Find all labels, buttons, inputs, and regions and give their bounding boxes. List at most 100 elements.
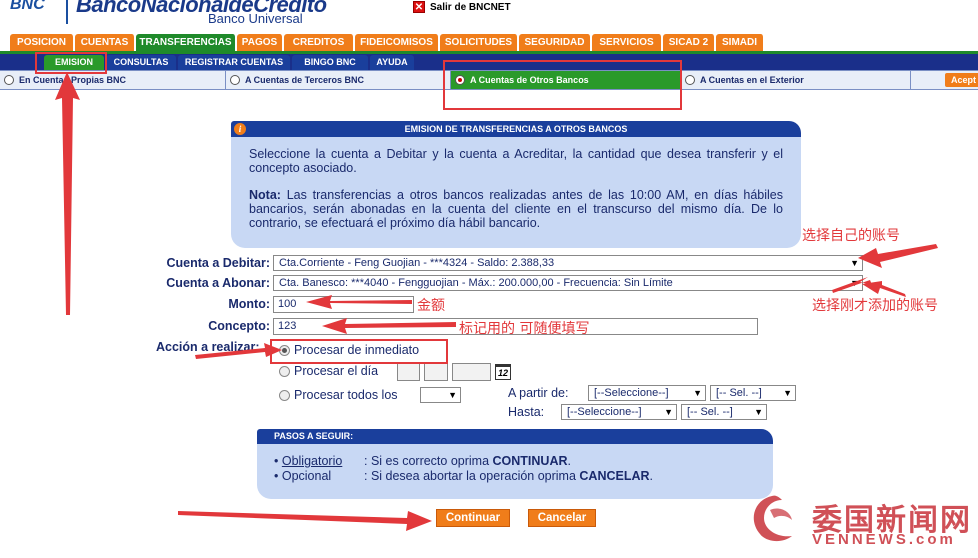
accept-button[interactable]: Acept <box>945 73 978 87</box>
submenu-registrar-cuentas[interactable]: REGISTRAR CUENTAS <box>178 55 290 70</box>
menu-seguridad[interactable]: SEGURIDAD <box>519 34 591 51</box>
annotation-own-account: 选择自己的账号 <box>802 228 900 244</box>
annotation-amount: 金额 <box>417 298 445 314</box>
option-abroad[interactable]: A Cuentas en el Exterior <box>681 71 911 89</box>
menu-cuentas[interactable]: CUENTAS <box>75 34 135 51</box>
action-every-label: Procesar todos los <box>294 388 398 402</box>
from-year-select[interactable]: [-- Sel. --] ▼ <box>710 385 796 401</box>
menu-creditos[interactable]: CREDITOS <box>284 34 354 51</box>
dropdown-arrow-icon: ▼ <box>693 388 702 398</box>
frequency-select[interactable]: ▼ <box>420 387 461 403</box>
radio-icon[interactable] <box>279 389 290 401</box>
debit-label: Cuenta a Debitar: <box>166 256 271 270</box>
bank-subtitle: Banco Universal <box>208 11 303 26</box>
submenu-ayuda[interactable]: AYUDA <box>370 55 414 70</box>
info-icon: i <box>234 123 246 135</box>
watermark-logo <box>753 495 792 542</box>
year-input[interactable] <box>452 363 491 381</box>
note-label: Nota: <box>249 188 281 202</box>
note-text: Las transferencias a otros bancos realiz… <box>249 188 783 230</box>
close-icon[interactable]: ✕ <box>413 1 425 13</box>
day-input[interactable] <box>397 363 420 381</box>
steps-header: PASOS A SEGUIR: <box>257 429 773 444</box>
step-text: : Si desea abortar la operación oprima <box>364 469 580 483</box>
action-day-option[interactable]: Procesar el día <box>279 364 378 378</box>
from-month-value: [--Seleccione--] <box>594 387 669 399</box>
radio-icon[interactable] <box>685 75 695 85</box>
menu-posicion[interactable]: POSICION <box>10 34 74 51</box>
cancel-button[interactable]: Cancelar <box>528 509 596 527</box>
watermark-url: VENNEWS.com <box>812 531 956 548</box>
amount-input[interactable]: 100 <box>273 296 414 313</box>
main-menu: POSICION CUENTAS TRANSFERENCIAS PAGOS CR… <box>0 34 978 51</box>
action-label: Acción a realizar: <box>156 340 260 354</box>
info-body: Seleccione la cuenta a Debitar y la cuen… <box>231 137 801 248</box>
month-input[interactable] <box>424 363 448 381</box>
option-label: A Cuentas de Terceros BNC <box>245 75 365 85</box>
steps-body: • Obligatorio : Si es correcto oprima CO… <box>257 444 773 499</box>
menu-pagos[interactable]: PAGOS <box>237 34 283 51</box>
radio-icon[interactable] <box>279 365 290 377</box>
until-year-value: [-- Sel. --] <box>687 406 733 418</box>
annotation-concept: 标记用的 可随便填写 <box>459 321 590 337</box>
concept-label: Concepto: <box>208 319 270 333</box>
arrow-debit <box>858 244 938 268</box>
until-label: Hasta: <box>508 405 545 419</box>
submenu-bingo-bnc[interactable]: BINGO BNC <box>292 55 368 70</box>
menu-servicios[interactable]: SERVICIOS <box>592 34 662 51</box>
until-month-select[interactable]: [--Seleccione--] ▼ <box>561 404 677 420</box>
debit-account-select[interactable]: Cta.Corriente - Feng Guojian - ***4324 -… <box>273 255 863 271</box>
logout-label[interactable]: Salir de BNCNET <box>430 2 511 13</box>
action-day-label: Procesar el día <box>294 364 379 378</box>
step-row: • Obligatorio : Si es correcto oprima CO… <box>274 454 571 468</box>
highlight-process-now <box>270 339 448 364</box>
step-action: CONTINUAR <box>492 454 568 468</box>
step-key[interactable]: Obligatorio <box>282 454 342 468</box>
step-key: Opcional <box>281 469 332 483</box>
header: BNC BancoNacionaldeCredito Banco Univers… <box>0 0 978 34</box>
info-note: Nota: Las transferencias a otros bancos … <box>249 188 783 230</box>
submenu-consultas[interactable]: CONSULTAS <box>106 55 176 70</box>
amount-label: Monto: <box>228 297 270 311</box>
from-year-value: [-- Sel. --] <box>716 387 762 399</box>
radio-icon[interactable] <box>4 75 14 85</box>
highlight-emision <box>35 52 107 74</box>
step-row: • Opcional : Si desea abortar la operaci… <box>274 469 654 483</box>
menu-transferencias[interactable]: TRANSFERENCIAS <box>136 34 236 51</box>
radio-icon[interactable] <box>230 75 240 85</box>
dropdown-arrow-icon: ▼ <box>850 278 859 288</box>
arrow-up <box>55 72 80 315</box>
credit-label: Cuenta a Abonar: <box>166 276 270 290</box>
step-action: CANCELAR <box>579 469 650 483</box>
info-text: Seleccione la cuenta a Debitar y la cuen… <box>249 147 783 175</box>
highlight-other-banks <box>443 60 682 110</box>
logout-link[interactable]: ✕ Salir de BNCNET <box>413 0 511 14</box>
credit-account-select[interactable]: Cta. Banesco: ***4040 - Fengguojian - Má… <box>273 275 863 291</box>
from-label: A partir de: <box>508 386 569 400</box>
dropdown-arrow-icon: ▼ <box>448 390 457 400</box>
from-month-select[interactable]: [--Seleccione--] ▼ <box>588 385 706 401</box>
menu-solicitudes[interactable]: SOLICITUDES <box>440 34 518 51</box>
dropdown-arrow-icon: ▼ <box>783 388 792 398</box>
info-title: EMISION DE TRANSFERENCIAS A OTROS BANCOS <box>404 124 628 134</box>
credit-account-value: Cta. Banesco: ***4040 - Fengguojian - Má… <box>279 277 673 289</box>
dropdown-arrow-icon: ▼ <box>754 407 763 417</box>
debit-account-value: Cta.Corriente - Feng Guojian - ***4324 -… <box>279 257 555 269</box>
option-third-party[interactable]: A Cuentas de Terceros BNC <box>226 71 451 89</box>
info-header: i EMISION DE TRANSFERENCIAS A OTROS BANC… <box>231 121 801 137</box>
menu-fideicomisos[interactable]: FIDEICOMISOS <box>355 34 439 51</box>
menu-sicad2[interactable]: SICAD 2 <box>663 34 715 51</box>
logo-divider <box>66 0 68 24</box>
option-label: En Cuentas Propias BNC <box>19 75 127 85</box>
until-year-select[interactable]: [-- Sel. --] ▼ <box>681 404 767 420</box>
option-label: A Cuentas en el Exterior <box>700 75 804 85</box>
dropdown-arrow-icon: ▼ <box>664 407 673 417</box>
continue-button[interactable]: Continuar <box>436 509 510 527</box>
arrow-continue <box>178 511 432 531</box>
option-own-accounts[interactable]: En Cuentas Propias BNC <box>0 71 226 89</box>
menu-simadi[interactable]: SIMADI <box>716 34 764 51</box>
action-every-option[interactable]: Procesar todos los <box>279 388 398 402</box>
calendar-icon[interactable]: 12 <box>495 364 511 380</box>
dropdown-arrow-icon: ▼ <box>850 258 859 268</box>
until-month-value: [--Seleccione--] <box>567 406 642 418</box>
